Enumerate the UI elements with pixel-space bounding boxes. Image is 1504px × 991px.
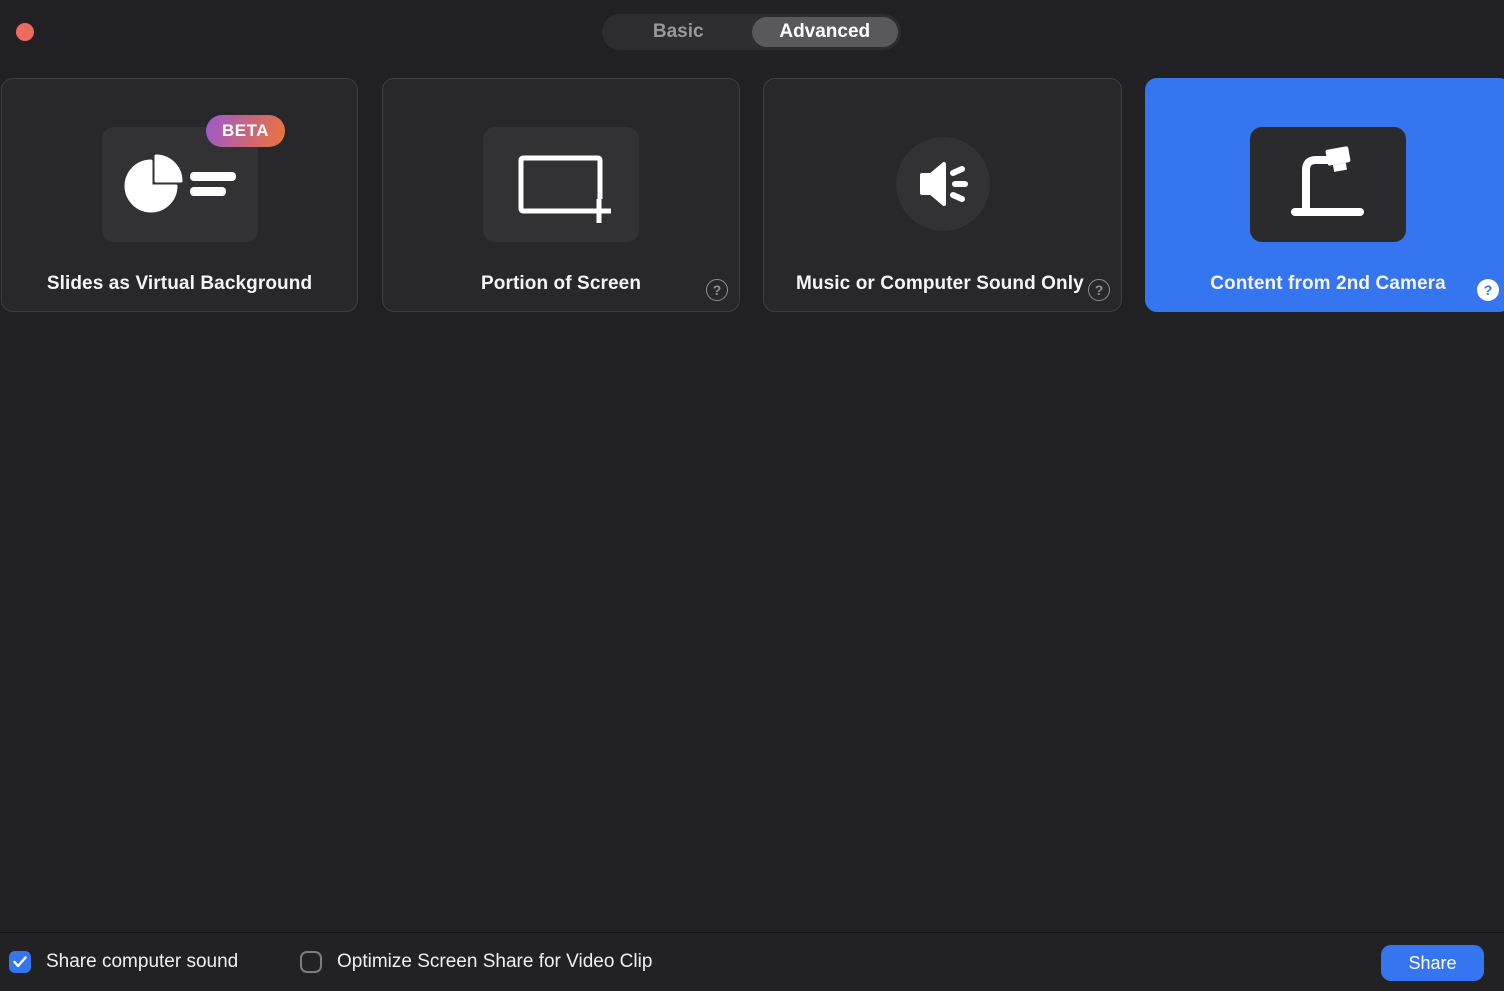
card-label: Music or Computer Sound Only xyxy=(796,273,1121,295)
tab-advanced[interactable]: Advanced xyxy=(752,17,899,47)
share-computer-sound-label: Share computer sound xyxy=(46,951,238,973)
optimize-video-clip-checkbox[interactable] xyxy=(300,951,322,973)
share-option-portion-of-screen[interactable]: ? Portion of Screen xyxy=(382,78,740,312)
share-button[interactable]: Share xyxy=(1381,945,1484,981)
share-option-slides-virtual-background[interactable]: BETA Slides as Virtual Background xyxy=(1,78,358,312)
share-option-content-from-2nd-camera[interactable]: ? Content from 2nd Camera xyxy=(1145,78,1504,312)
share-computer-sound-option[interactable]: Share computer sound xyxy=(9,933,238,991)
document-camera-icon xyxy=(1250,127,1406,242)
card-label: Portion of Screen xyxy=(383,273,739,295)
optimize-video-clip-label: Optimize Screen Share for Video Clip xyxy=(337,951,652,973)
screen-portion-plus-icon xyxy=(483,127,639,242)
footer-bar: Share computer sound Optimize Screen Sha… xyxy=(0,933,1504,991)
share-mode-tabs: Basic Advanced xyxy=(602,14,901,50)
window-close-button[interactable] xyxy=(16,23,34,41)
optimize-video-clip-option[interactable]: Optimize Screen Share for Video Clip xyxy=(300,933,652,991)
checkmark-icon xyxy=(13,956,27,968)
share-option-music-or-computer-sound-only[interactable]: ? Music or Computer Sound Only xyxy=(763,78,1122,312)
share-computer-sound-checkbox[interactable] xyxy=(9,951,31,973)
speaker-sound-icon xyxy=(896,137,990,231)
tab-basic[interactable]: Basic xyxy=(605,17,752,47)
card-label: Content from 2nd Camera xyxy=(1146,273,1504,295)
card-label: Slides as Virtual Background xyxy=(2,273,357,295)
beta-badge: BETA xyxy=(206,115,285,147)
